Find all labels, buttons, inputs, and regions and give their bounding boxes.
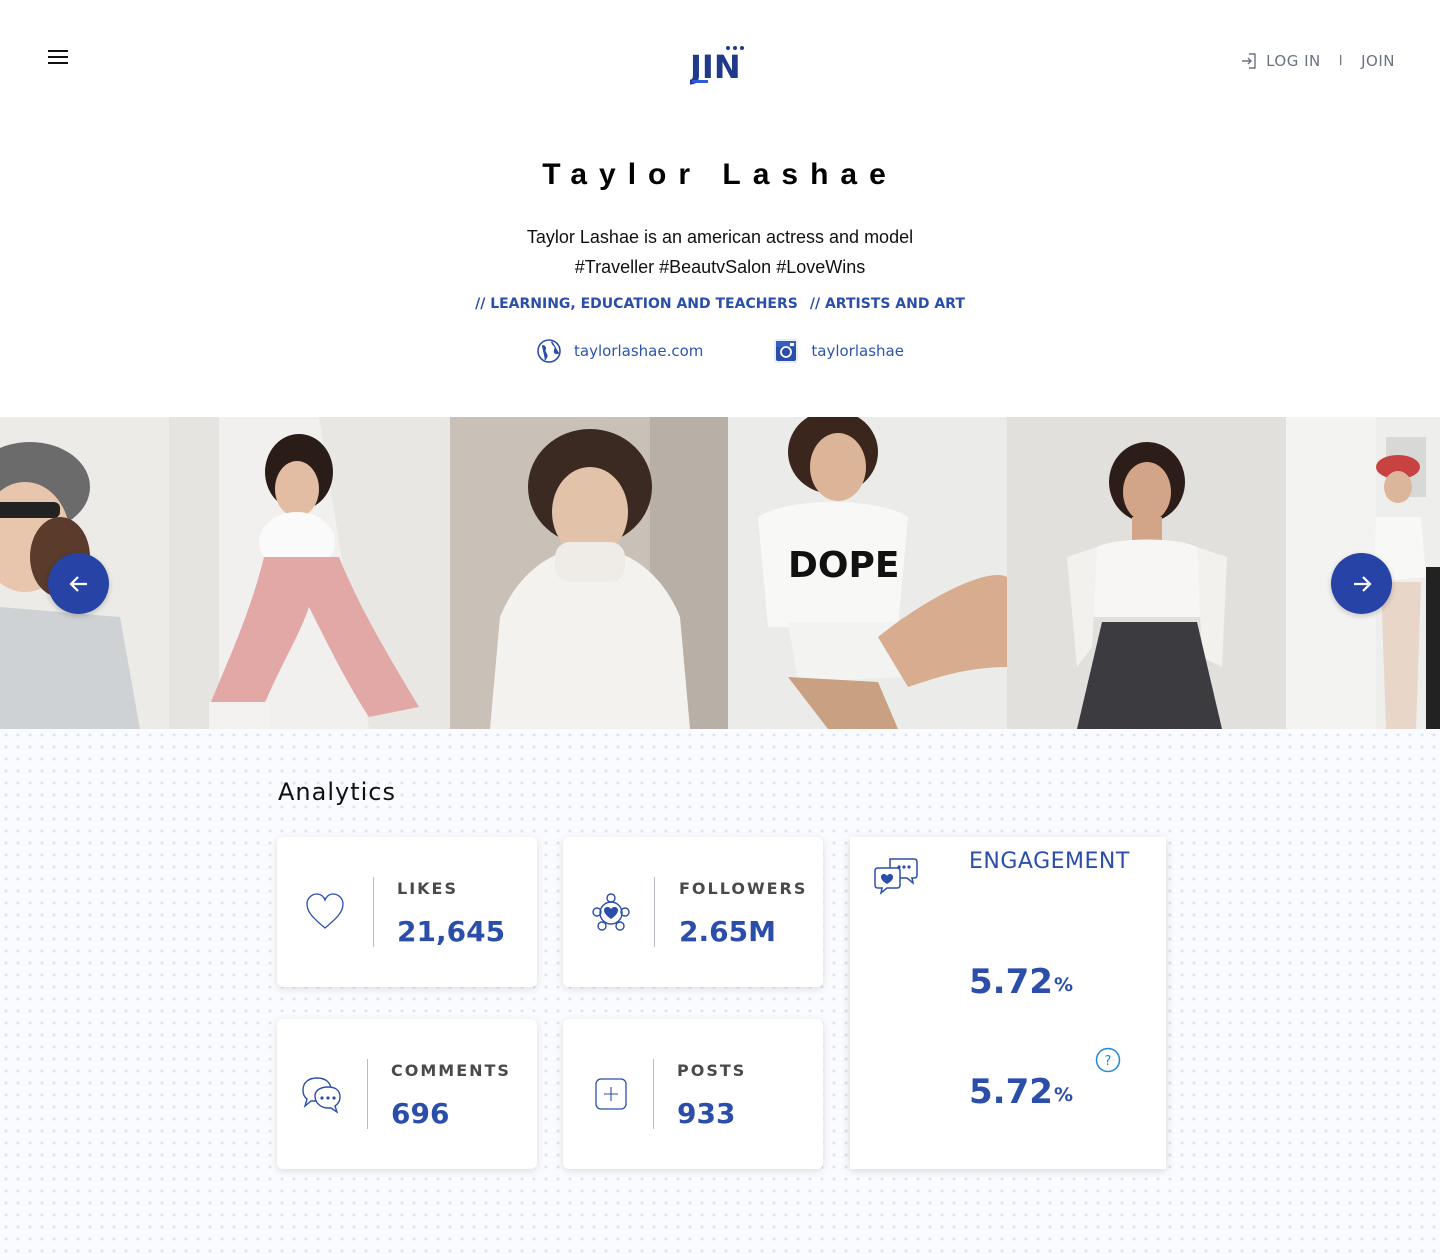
card-divider [367,1059,368,1129]
arrow-left-icon [68,575,87,592]
gallery-photo[interactable]: DOPE [728,417,1007,729]
menu-icon[interactable] [48,50,68,66]
likes-value: 21,645 [397,915,506,948]
followers-label: FOLLOWERS [679,879,808,898]
profile-name: Taylor Lashae [542,158,898,191]
social-links: taylorlashae.com taylorlashae [0,338,1440,364]
analytics-background [0,729,1440,1260]
photo-gallery: DOPE [0,417,1440,729]
category-link[interactable]: // LEARNING, EDUCATION AND TEACHERS [475,296,798,312]
svg-text:?: ? [1105,1054,1112,1069]
engagement-icon [874,858,918,895]
instagram-label: taylorlashae [811,342,904,360]
gallery-photo[interactable] [450,417,728,729]
login-label: LOG IN [1266,52,1321,70]
followers-card: FOLLOWERS 2.65M [563,837,823,987]
analytics-title: Analytics [278,778,396,806]
gallery-photo[interactable] [1007,417,1286,729]
engagement-value-secondary: 5.72 [969,1072,1053,1112]
engagement-value: 5.72 [969,962,1053,1002]
card-divider [653,1059,654,1129]
globe-icon [537,339,561,363]
comments-value: 696 [391,1097,450,1130]
help-icon[interactable]: ? [1095,1047,1121,1073]
category-list: // LEARNING, EDUCATION AND TEACHERS // A… [0,296,1440,312]
profile-bio: Taylor Lashae is an american actress and… [0,222,1440,282]
comments-icon [302,1077,341,1114]
bio-line-2: #Traveller #BeautvSalon #LoveWins [574,257,866,277]
engagement-unit-secondary: % [1054,1084,1074,1106]
followers-value: 2.65M [679,915,776,948]
svg-text:DOPE: DOPE [788,545,899,586]
bio-line-1: Taylor Lashae is an american actress and… [526,227,914,247]
carousel-next-button[interactable] [1331,553,1392,614]
auth-separator: I [1338,53,1344,69]
website-label: taylorlashae.com [574,342,704,360]
carousel-prev-button[interactable] [48,553,109,614]
instagram-link[interactable]: taylorlashae [773,338,904,364]
posts-card: POSTS 933 [563,1019,823,1169]
engagement-unit: % [1054,974,1074,996]
heart-icon [306,893,344,929]
likes-label: LIKES [397,879,458,898]
profile-section: Taylor Lashae Taylor Lashae is an americ… [0,158,1440,364]
engagement-title: ENGAGEMENT [969,849,1130,874]
gallery-photo[interactable] [169,417,450,729]
followers-icon [592,893,630,931]
logo[interactable]: JIN [688,42,750,86]
card-divider [373,877,374,947]
login-button[interactable]: LOG IN [1240,52,1321,70]
engagement-card: ENGAGEMENT 5.72 % ? 5.72 % [850,837,1166,1169]
instagram-icon [774,339,799,363]
category-link[interactable]: // ARTISTS AND ART [810,296,965,312]
login-icon [1242,53,1256,69]
comments-label: COMMENTS [391,1061,511,1080]
join-button[interactable]: JOIN [1361,52,1395,70]
website-link[interactable]: taylorlashae.com [536,338,703,364]
likes-card: LIKES 21,645 [277,837,537,987]
auth-links: LOG IN I JOIN [1240,52,1395,70]
posts-label: POSTS [677,1061,747,1080]
arrow-right-icon [1353,575,1372,592]
posts-value: 933 [677,1097,736,1130]
comments-card: COMMENTS 696 [277,1019,537,1169]
card-divider [654,877,655,947]
add-post-icon [595,1078,627,1110]
